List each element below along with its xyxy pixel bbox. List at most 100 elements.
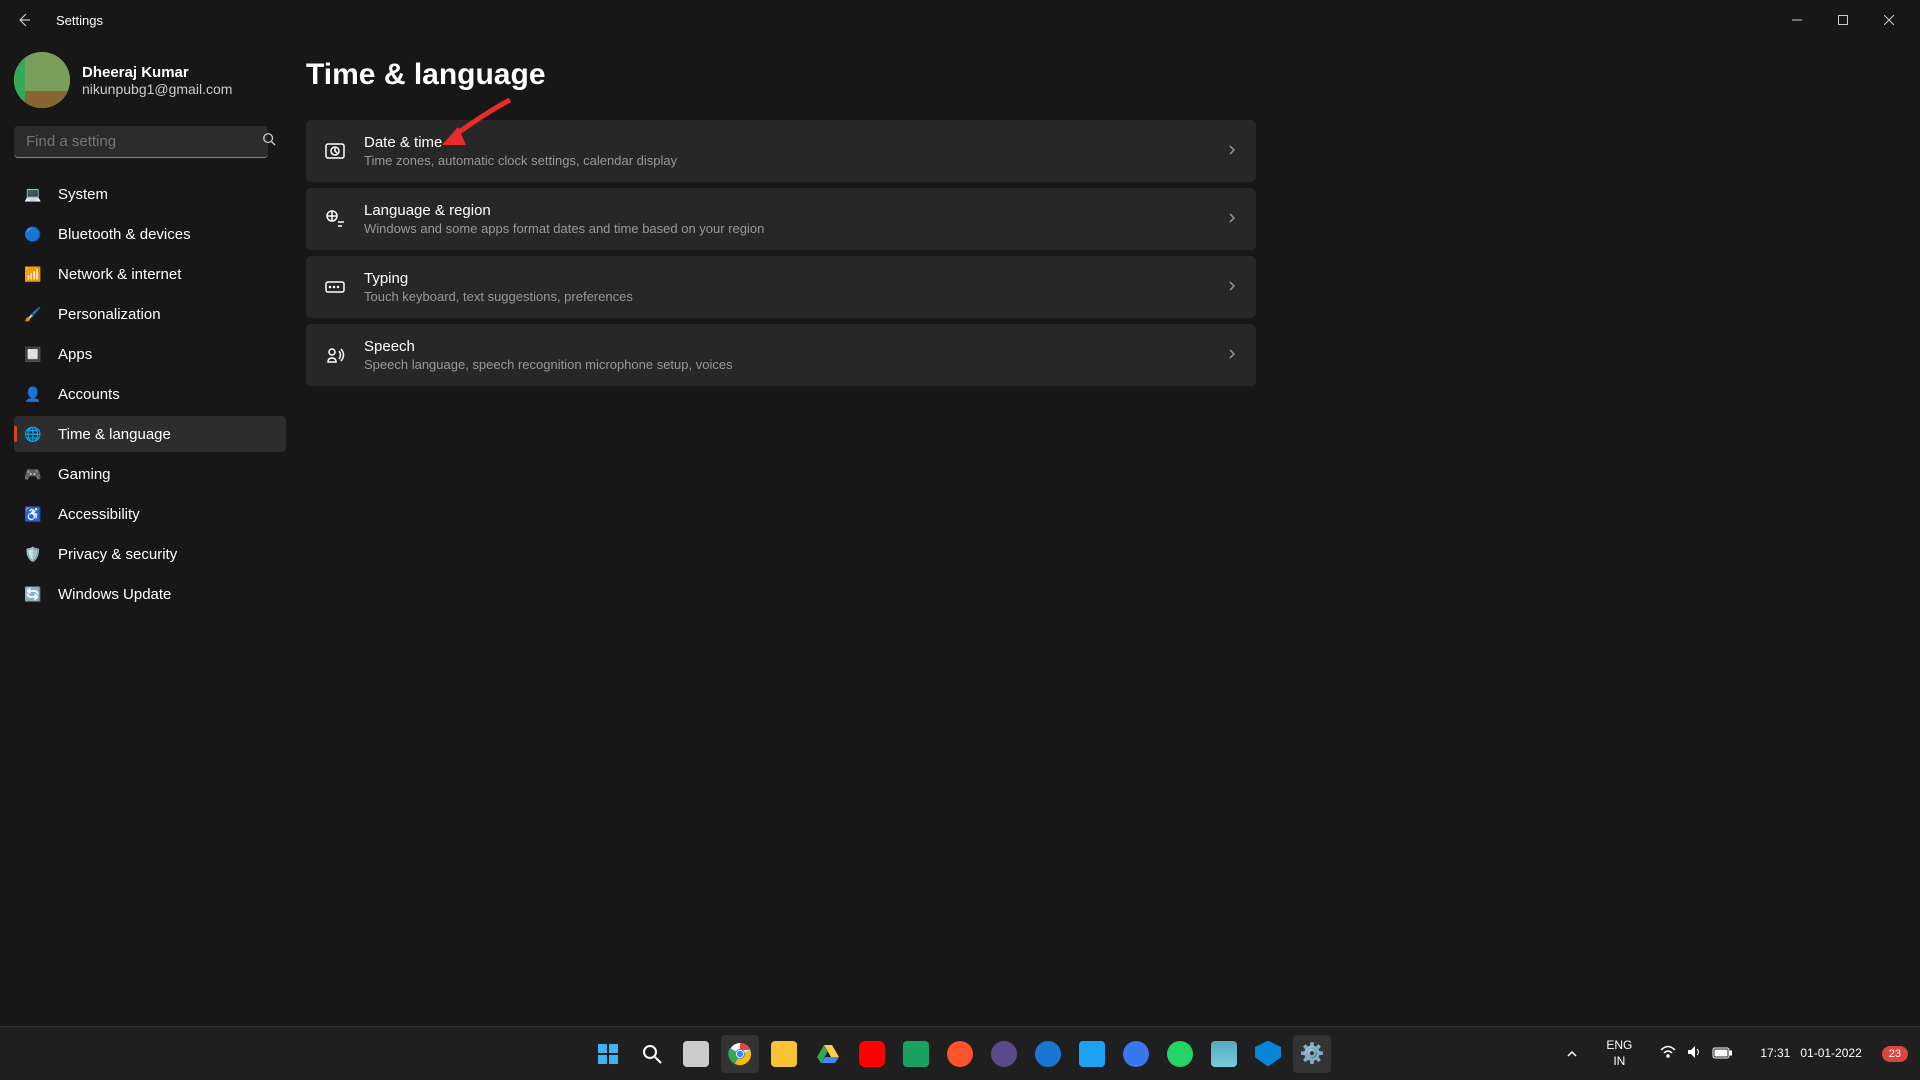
profile-name: Dheeraj Kumar bbox=[82, 64, 232, 81]
nav-item-label: Time & language bbox=[58, 426, 171, 443]
time: 17:31 bbox=[1760, 1046, 1790, 1062]
card-text: Language & region Windows and some apps … bbox=[364, 202, 1226, 236]
chevron-right-icon bbox=[1226, 347, 1238, 363]
close-button[interactable] bbox=[1866, 4, 1912, 36]
profile-email: nikunpubg1@gmail.com bbox=[82, 81, 232, 97]
profile-block[interactable]: Dheeraj Kumar nikunpubg1@gmail.com bbox=[14, 48, 286, 126]
nav-item-icon: 🔄 bbox=[24, 585, 42, 603]
brave-icon[interactable] bbox=[941, 1035, 979, 1073]
signal-icon[interactable] bbox=[1117, 1035, 1155, 1073]
settings-card-speech[interactable]: Speech Speech language, speech recogniti… bbox=[306, 324, 1256, 386]
card-desc: Touch keyboard, text suggestions, prefer… bbox=[364, 289, 1226, 304]
card-desc: Time zones, automatic clock settings, ca… bbox=[364, 153, 1226, 168]
datetime[interactable]: 17:31 01-01-2022 bbox=[1752, 1042, 1869, 1066]
youtube-icon[interactable] bbox=[853, 1035, 891, 1073]
nav-item-system[interactable]: 💻 System bbox=[14, 176, 286, 212]
nav-item-icon: 💻 bbox=[24, 185, 42, 203]
nav-item-privacy-security[interactable]: 🛡️ Privacy & security bbox=[14, 536, 286, 572]
lang-primary: ENG bbox=[1606, 1038, 1632, 1054]
whatsapp-icon[interactable] bbox=[1161, 1035, 1199, 1073]
chevron-right-icon bbox=[1226, 279, 1238, 295]
battery-icon bbox=[1712, 1046, 1732, 1062]
maximize-button[interactable] bbox=[1820, 4, 1866, 36]
card-title: Date & time bbox=[364, 134, 1226, 151]
tray-chevron[interactable] bbox=[1558, 1044, 1586, 1064]
search-input[interactable] bbox=[14, 126, 268, 158]
card-text: Speech Speech language, speech recogniti… bbox=[364, 338, 1226, 372]
notification-badge[interactable]: 23 bbox=[1882, 1046, 1908, 1062]
nav-item-label: Apps bbox=[58, 346, 92, 363]
taskbar: ⚙️ ENG IN 17:31 01-01-2022 23 bbox=[0, 1026, 1920, 1080]
card-text: Typing Touch keyboard, text suggestions,… bbox=[364, 270, 1226, 304]
card-icon bbox=[324, 208, 346, 230]
card-title: Speech bbox=[364, 338, 1226, 355]
settings-card-language-region[interactable]: Language & region Windows and some apps … bbox=[306, 188, 1256, 250]
chevron-right-icon bbox=[1226, 143, 1238, 159]
app-icon-1[interactable] bbox=[1029, 1035, 1067, 1073]
nav-item-icon: 📶 bbox=[24, 265, 42, 283]
nav-item-label: Privacy & security bbox=[58, 546, 177, 563]
sheets-icon[interactable] bbox=[897, 1035, 935, 1073]
nav-item-icon: 🖌️ bbox=[24, 305, 42, 323]
minimize-button[interactable] bbox=[1774, 4, 1820, 36]
nav-item-icon: 🎮 bbox=[24, 465, 42, 483]
settings-card-typing[interactable]: Typing Touch keyboard, text suggestions,… bbox=[306, 256, 1256, 318]
nav-list: 💻 System 🔵 Bluetooth & devices 📶 Network… bbox=[14, 176, 286, 612]
nav-item-label: Windows Update bbox=[58, 586, 171, 603]
nav-item-icon: 🌐 bbox=[24, 425, 42, 443]
nav-item-accessibility[interactable]: ♿ Accessibility bbox=[14, 496, 286, 532]
nav-item-label: System bbox=[58, 186, 108, 203]
twitter-icon[interactable] bbox=[1073, 1035, 1111, 1073]
date: 01-01-2022 bbox=[1800, 1046, 1861, 1062]
file-explorer-icon[interactable] bbox=[765, 1035, 803, 1073]
nav-item-personalization[interactable]: 🖌️ Personalization bbox=[14, 296, 286, 332]
nav-item-windows-update[interactable]: 🔄 Windows Update bbox=[14, 576, 286, 612]
nav-item-network-internet[interactable]: 📶 Network & internet bbox=[14, 256, 286, 292]
nav-item-label: Bluetooth & devices bbox=[58, 226, 191, 243]
nav-item-label: Personalization bbox=[58, 306, 161, 323]
tray-system-icons[interactable] bbox=[1652, 1040, 1740, 1067]
titlebar: Settings bbox=[0, 0, 1920, 40]
card-icon bbox=[324, 276, 346, 298]
nav-item-icon: 👤 bbox=[24, 385, 42, 403]
settings-card-date-time[interactable]: Date & time Time zones, automatic clock … bbox=[306, 120, 1256, 182]
nav-item-accounts[interactable]: 👤 Accounts bbox=[14, 376, 286, 412]
nav-item-bluetooth-devices[interactable]: 🔵 Bluetooth & devices bbox=[14, 216, 286, 252]
card-title: Language & region bbox=[364, 202, 1226, 219]
volume-icon bbox=[1686, 1044, 1702, 1063]
card-text: Date & time Time zones, automatic clock … bbox=[364, 134, 1226, 168]
card-desc: Windows and some apps format dates and t… bbox=[364, 221, 1226, 236]
card-desc: Speech language, speech recognition micr… bbox=[364, 357, 1226, 372]
sidebar: Dheeraj Kumar nikunpubg1@gmail.com 💻 Sys… bbox=[0, 40, 300, 1026]
chevron-right-icon bbox=[1226, 211, 1238, 227]
nav-item-icon: 🔵 bbox=[24, 225, 42, 243]
app-icon-2[interactable] bbox=[1205, 1035, 1243, 1073]
nav-item-gaming[interactable]: 🎮 Gaming bbox=[14, 456, 286, 492]
start-button[interactable] bbox=[589, 1035, 627, 1073]
search-taskbar-icon[interactable] bbox=[633, 1035, 671, 1073]
google-drive-icon[interactable] bbox=[809, 1035, 847, 1073]
page-title: Time & language bbox=[306, 58, 1884, 92]
content-area: Time & language Date & time Time zones, … bbox=[300, 40, 1920, 1026]
nav-item-icon: 🔲 bbox=[24, 345, 42, 363]
wifi-icon bbox=[1660, 1044, 1676, 1063]
nav-item-icon: 🛡️ bbox=[24, 545, 42, 563]
security-icon[interactable] bbox=[1249, 1035, 1287, 1073]
back-button[interactable] bbox=[8, 4, 40, 36]
settings-list: Date & time Time zones, automatic clock … bbox=[306, 120, 1256, 386]
card-icon bbox=[324, 140, 346, 162]
nav-item-label: Network & internet bbox=[58, 266, 181, 283]
nav-item-time-language[interactable]: 🌐 Time & language bbox=[14, 416, 286, 452]
settings-taskbar-icon[interactable]: ⚙️ bbox=[1293, 1035, 1331, 1073]
card-icon bbox=[324, 344, 346, 366]
chrome-icon[interactable] bbox=[721, 1035, 759, 1073]
nav-item-icon: ♿ bbox=[24, 505, 42, 523]
nav-item-label: Gaming bbox=[58, 466, 111, 483]
nav-item-label: Accessibility bbox=[58, 506, 140, 523]
window-title: Settings bbox=[56, 13, 103, 28]
avatar bbox=[14, 52, 70, 108]
language-indicator[interactable]: ENG IN bbox=[1598, 1034, 1640, 1073]
nav-item-apps[interactable]: 🔲 Apps bbox=[14, 336, 286, 372]
task-view-icon[interactable] bbox=[677, 1035, 715, 1073]
bitwarden-icon[interactable] bbox=[985, 1035, 1023, 1073]
